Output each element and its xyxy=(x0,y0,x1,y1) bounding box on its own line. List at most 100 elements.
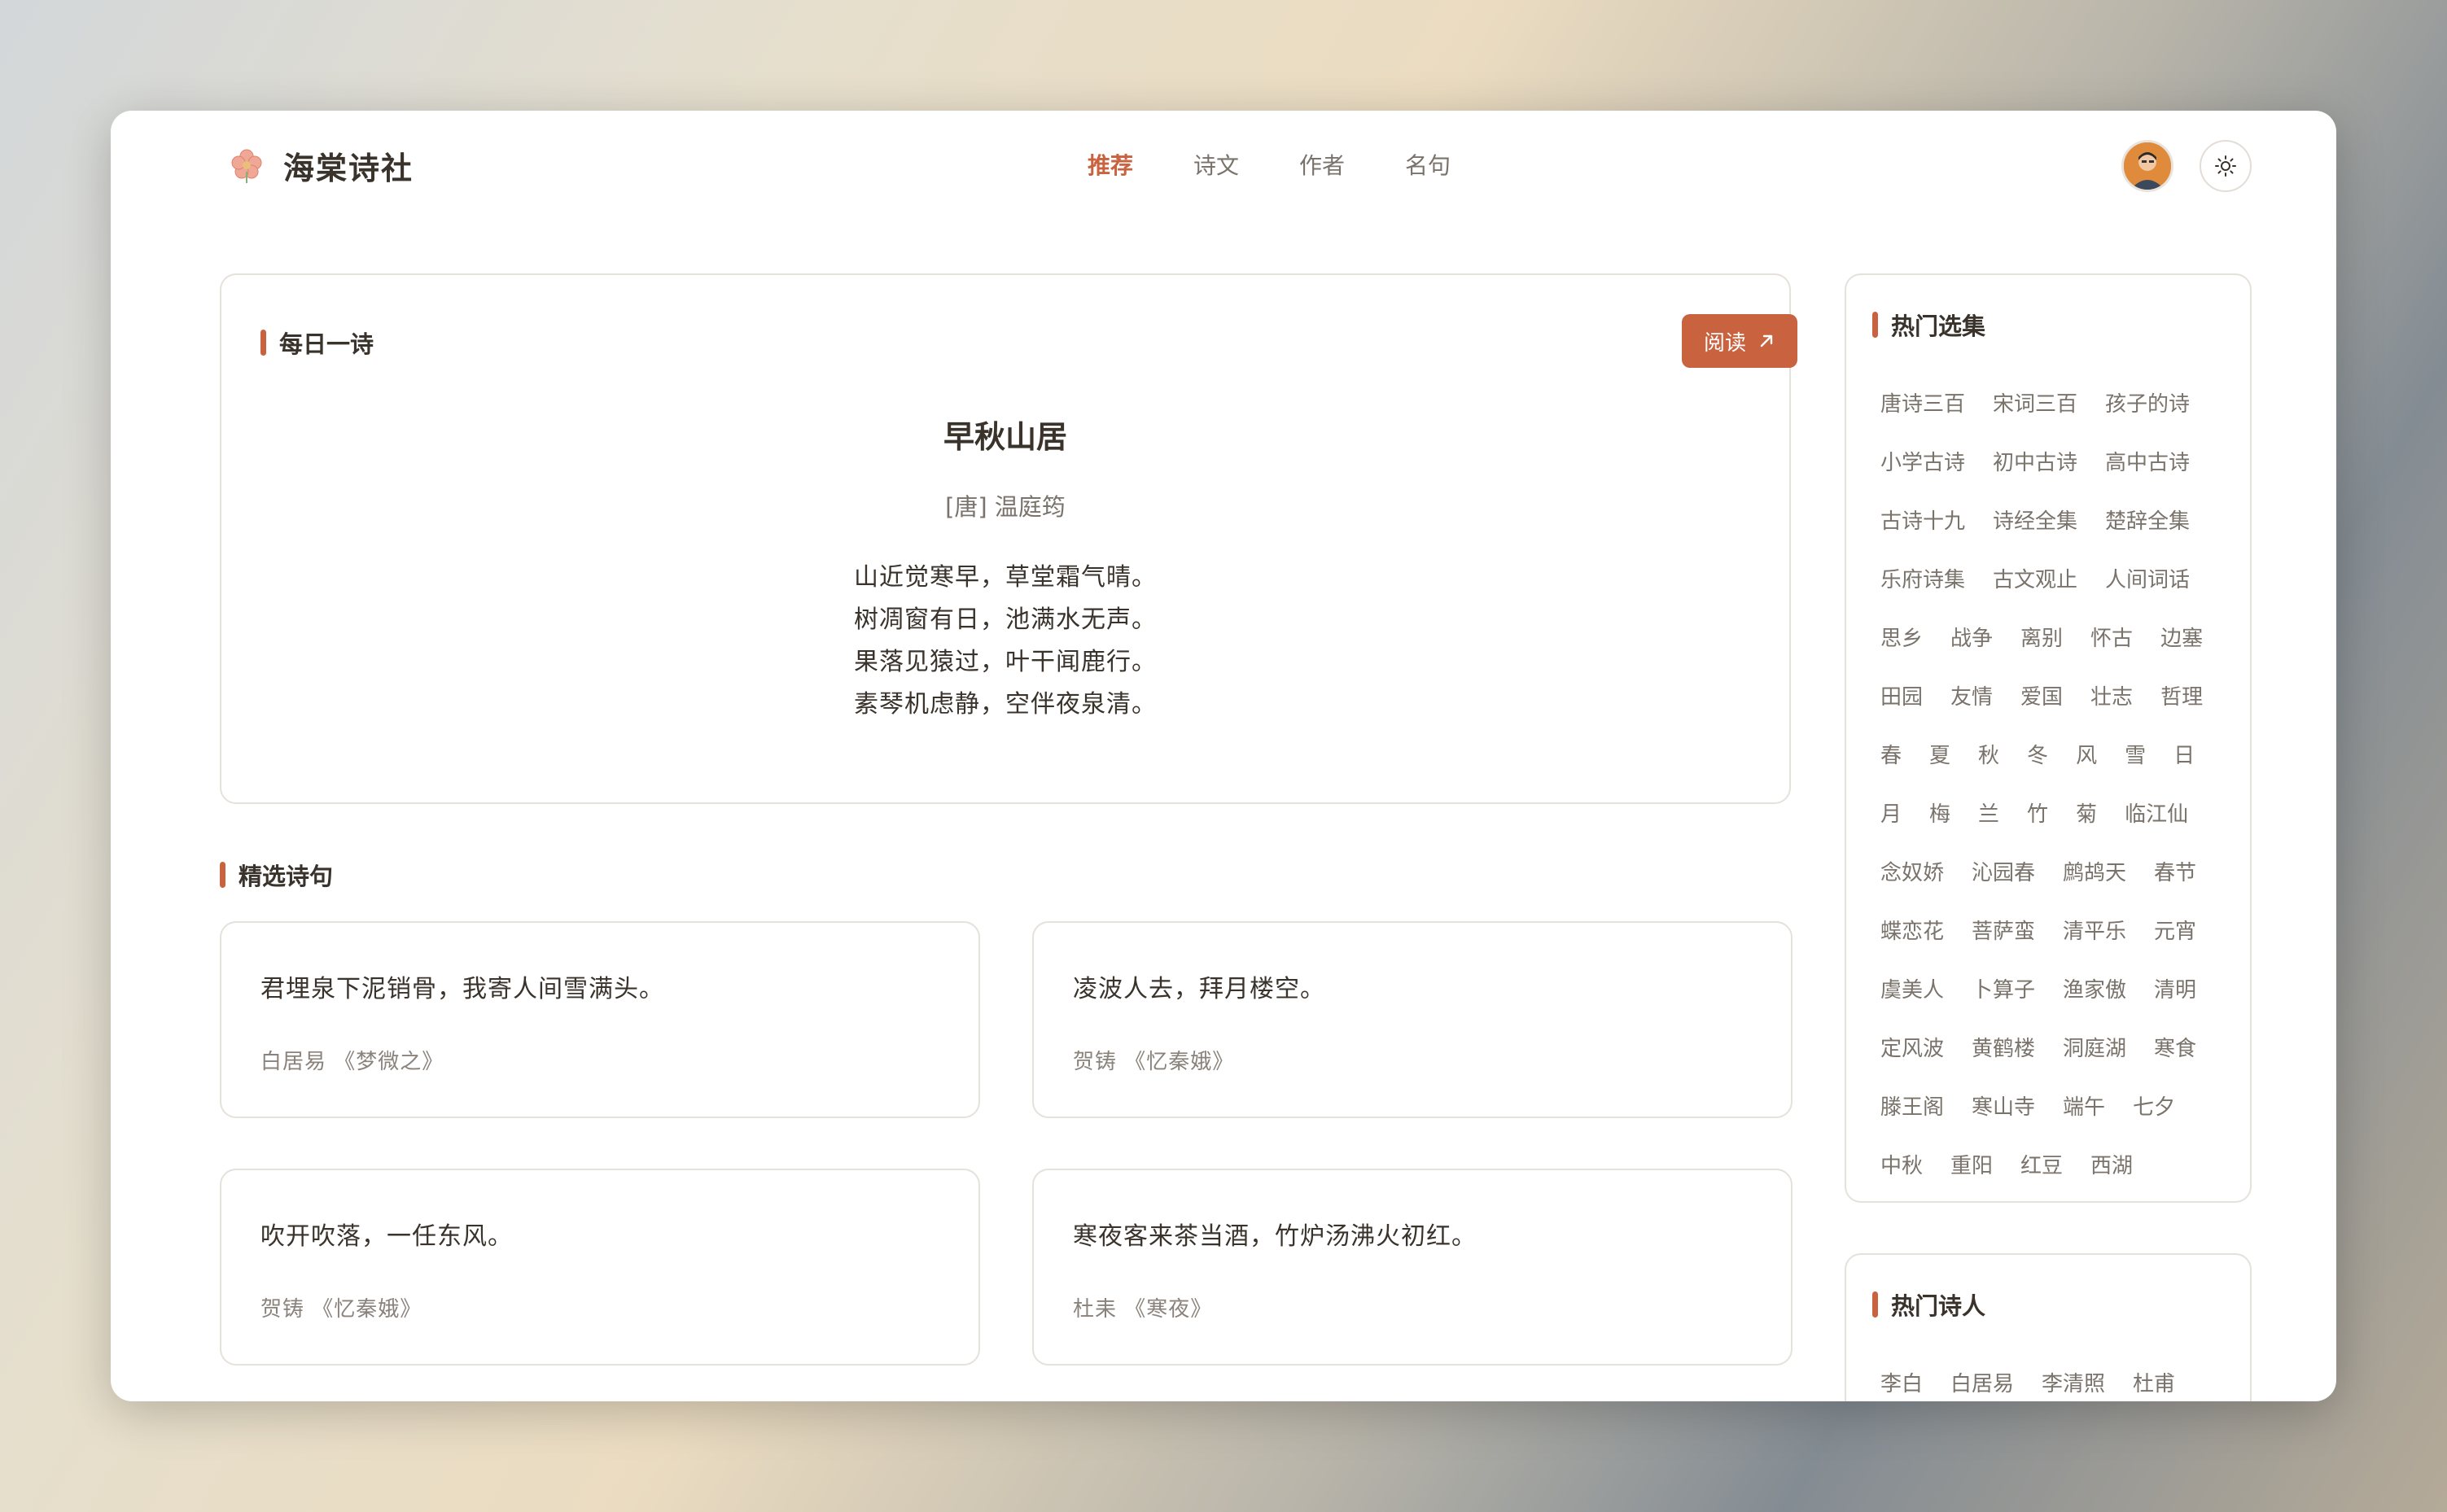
collection-tag[interactable]: 端午 xyxy=(2063,1090,2105,1121)
collection-tag[interactable]: 清明 xyxy=(2154,973,2196,1003)
collection-tag[interactable]: 怀古 xyxy=(2090,622,2133,652)
read-button[interactable]: 阅读 xyxy=(1682,314,1797,368)
collection-tag[interactable]: 七夕 xyxy=(2133,1090,2175,1121)
read-button-label: 阅读 xyxy=(1703,330,1746,356)
collection-tag[interactable]: 风 xyxy=(2076,739,2097,769)
section-accent-bar xyxy=(1872,312,1878,338)
poets-section-title: 热门诗人 xyxy=(1872,1287,1985,1322)
poets-section-label: 热门诗人 xyxy=(1891,1292,1986,1320)
collection-tag[interactable]: 冬 xyxy=(2027,739,2048,769)
collection-tag[interactable]: 宋词三百 xyxy=(1993,387,2077,417)
nav-item-poems[interactable]: 诗文 xyxy=(1193,148,1239,181)
theme-toggle-button[interactable] xyxy=(2200,140,2252,192)
collection-tag[interactable]: 古诗十九 xyxy=(1880,505,1965,535)
collection-tag[interactable]: 壮志 xyxy=(2090,680,2133,710)
collection-tag[interactable]: 寒食 xyxy=(2154,1032,2196,1062)
tag-row: 月梅兰竹菊临江仙 xyxy=(1880,783,2230,841)
collection-tag[interactable]: 中秋 xyxy=(1880,1149,1923,1179)
collection-tag[interactable]: 人间词话 xyxy=(2105,563,2190,593)
collection-tag[interactable]: 临江仙 xyxy=(2125,798,2188,828)
collection-tag[interactable]: 菩萨蛮 xyxy=(1972,915,2035,945)
tag-row: 古诗十九 诗经全集 楚辞全集 xyxy=(1880,490,2230,548)
collection-tag[interactable]: 西湖 xyxy=(2090,1149,2133,1179)
collection-tag[interactable]: 田园 xyxy=(1880,680,1923,710)
tag-row: 中秋 重阳 红豆 西湖 xyxy=(1880,1134,2230,1193)
collection-tag[interactable]: 孩子的诗 xyxy=(2105,387,2190,417)
quote-card[interactable]: 君埋泉下泥销骨，我寄人间雪满头。 白居易 《梦微之》 xyxy=(220,921,980,1118)
collection-tag[interactable]: 兰 xyxy=(1978,798,1999,828)
quote-text: 寒夜客来茶当酒，竹炉汤沸火初红。 xyxy=(1073,1222,1477,1251)
poem-title[interactable]: 早秋山居 xyxy=(221,412,1789,457)
quote-card[interactable]: 寒夜客来茶当酒，竹炉汤沸火初红。 杜耒 《寒夜》 xyxy=(1032,1169,1793,1366)
collection-tag[interactable]: 边塞 xyxy=(2160,622,2203,652)
poet-tag[interactable]: 李清照 xyxy=(2042,1367,2105,1397)
collection-tag[interactable]: 虞美人 xyxy=(1880,973,1944,1003)
collection-tag[interactable]: 寒山寺 xyxy=(1972,1090,2035,1121)
collection-tag[interactable]: 日 xyxy=(2173,739,2195,769)
tag-row: 念奴娇 沁园春 鹧鸪天 春节 xyxy=(1880,841,2230,900)
collection-tag[interactable]: 春节 xyxy=(2154,856,2196,886)
collection-tag-list: 唐诗三百 宋词三百 孩子的诗小学古诗 初中古诗 高中古诗古诗十九 诗经全集 楚辞全集乐府诗集… xyxy=(1880,373,2230,1193)
collection-tag[interactable]: 初中古诗 xyxy=(1993,446,2077,476)
poem-author[interactable]: [唐] 温庭筠 xyxy=(221,488,1789,522)
collections-section-title: 热门选集 xyxy=(1872,308,1985,342)
nav-item-quotes[interactable]: 名句 xyxy=(1405,148,1451,181)
collection-tag[interactable]: 离别 xyxy=(2020,622,2063,652)
collection-tag[interactable]: 雪 xyxy=(2125,739,2146,769)
brand[interactable]: 海棠诗社 xyxy=(228,143,414,188)
quote-text: 君埋泉下泥销骨，我寄人间雪满头。 xyxy=(260,975,664,1003)
collection-tag[interactable]: 小学古诗 xyxy=(1880,446,1965,476)
collection-tag[interactable]: 元宵 xyxy=(2154,915,2196,945)
poem-line: 树凋窗有日，池满水无声。 xyxy=(854,605,1157,634)
nav-item-authors[interactable]: 作者 xyxy=(1299,148,1345,181)
collection-tag[interactable]: 月 xyxy=(1880,798,1902,828)
collection-tag[interactable]: 唐诗三百 xyxy=(1880,387,1965,417)
tag-row: 田园 友情 爱国 壮志 哲理 xyxy=(1880,666,2230,724)
tag-row: 思乡 战争 离别 怀古 边塞 xyxy=(1880,607,2230,666)
quote-text: 吹开吹落，一任东风。 xyxy=(260,1222,513,1251)
collection-tag[interactable]: 战争 xyxy=(1950,622,1993,652)
collection-tag[interactable]: 沁园春 xyxy=(1972,856,2035,886)
tag-row: 春夏秋冬风雪日 xyxy=(1880,724,2230,783)
avatar[interactable] xyxy=(2121,140,2173,192)
collection-tag[interactable]: 楚辞全集 xyxy=(2105,505,2190,535)
collection-tag[interactable]: 滕王阁 xyxy=(1880,1090,1944,1121)
collection-tag[interactable]: 念奴娇 xyxy=(1880,856,1944,886)
collection-tag[interactable]: 夏 xyxy=(1929,739,1950,769)
quote-card[interactable]: 凌波人去，拜月楼空。 贺铸 《忆秦娥》 xyxy=(1032,921,1793,1118)
collection-tag[interactable]: 秋 xyxy=(1978,739,1999,769)
popular-poets-card: 热门诗人 李白 白居易 李清照 杜甫 xyxy=(1845,1253,2252,1401)
poet-tag[interactable]: 李白 xyxy=(1880,1367,1923,1397)
collection-tag[interactable]: 竹 xyxy=(2027,798,2048,828)
collection-tag[interactable]: 定风波 xyxy=(1880,1032,1944,1062)
collection-tag[interactable]: 诗经全集 xyxy=(1993,505,2077,535)
collection-tag[interactable]: 鹧鸪天 xyxy=(2063,856,2126,886)
collection-tag[interactable]: 乐府诗集 xyxy=(1880,563,1965,593)
collection-tag[interactable]: 高中古诗 xyxy=(2105,446,2190,476)
tag-row: 滕王阁 寒山寺 端午 七夕 xyxy=(1880,1076,2230,1134)
poet-tag[interactable]: 白居易 xyxy=(1950,1367,2014,1397)
collection-tag[interactable]: 渔家傲 xyxy=(2063,973,2126,1003)
collection-tag[interactable]: 古文观止 xyxy=(1993,563,2077,593)
tag-row: 唐诗三百 宋词三百 孩子的诗 xyxy=(1880,373,2230,431)
collection-tag[interactable]: 春 xyxy=(1880,739,1902,769)
quote-card[interactable]: 吹开吹落，一任东风。 贺铸 《忆秦娥》 xyxy=(220,1169,980,1366)
collection-tag[interactable]: 菊 xyxy=(2076,798,2097,828)
poet-tag[interactable]: 杜甫 xyxy=(2133,1367,2175,1397)
collection-tag[interactable]: 洞庭湖 xyxy=(2063,1032,2126,1062)
nav-item-recommend[interactable]: 推荐 xyxy=(1088,148,1133,181)
collection-tag[interactable]: 思乡 xyxy=(1880,622,1923,652)
collection-tag[interactable]: 友情 xyxy=(1950,680,1993,710)
poem-line: 素琴机虑静，空伴夜泉清。 xyxy=(854,690,1157,719)
collection-tag[interactable]: 梅 xyxy=(1929,798,1950,828)
collection-tag[interactable]: 哲理 xyxy=(2160,680,2203,710)
collection-tag[interactable]: 蝶恋花 xyxy=(1880,915,1944,945)
collection-tag[interactable]: 重阳 xyxy=(1950,1149,1993,1179)
collection-tag[interactable]: 卜算子 xyxy=(1972,973,2035,1003)
collection-tag[interactable]: 爱国 xyxy=(2020,680,2063,710)
collection-tag[interactable]: 黄鹤楼 xyxy=(1972,1032,2035,1062)
collection-tag[interactable]: 清平乐 xyxy=(2063,915,2126,945)
quote-source: 杜耒 《寒夜》 xyxy=(1073,1297,1213,1322)
collection-tag[interactable]: 红豆 xyxy=(2020,1149,2063,1179)
section-accent-bar xyxy=(220,862,225,888)
